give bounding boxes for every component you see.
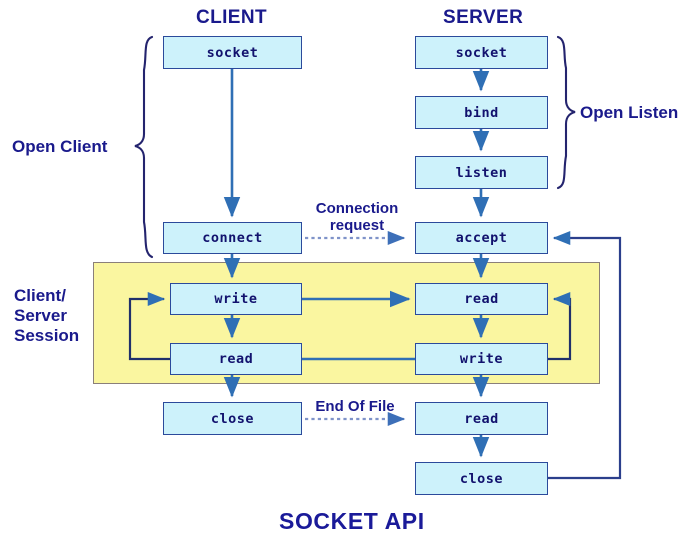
- loop-client-read-to-write: [128, 291, 170, 361]
- node-label: read: [464, 291, 499, 307]
- column-header-server: SERVER: [443, 7, 524, 28]
- node-label: socket: [206, 44, 259, 61]
- node-server-socket[interactable]: socket: [415, 36, 548, 69]
- node-label: read: [218, 351, 254, 367]
- group-label-open-listen: Open Listen: [580, 103, 679, 122]
- node-client-socket[interactable]: socket: [163, 36, 302, 69]
- node-client-close[interactable]: close: [163, 402, 302, 435]
- connection-request-line-1: Connection: [315, 200, 399, 217]
- brace-open-client: [134, 35, 154, 259]
- node-label: write: [459, 351, 504, 367]
- edge-label-end-of-file: End Of File: [315, 398, 395, 415]
- node-label: socket: [455, 44, 508, 61]
- node-label: listen: [455, 164, 508, 181]
- node-label: write: [214, 291, 258, 307]
- edge-label-connection-request: Connection request: [307, 200, 407, 234]
- node-client-write[interactable]: write: [170, 283, 302, 315]
- node-label: close: [210, 410, 255, 427]
- node-server-read-1[interactable]: read: [415, 283, 548, 315]
- session-label-line-3: Session: [14, 326, 80, 345]
- node-server-read-2[interactable]: read: [415, 402, 548, 435]
- node-label: accept: [455, 230, 508, 246]
- group-label-client-server-session: Client/ Server Session: [14, 286, 79, 346]
- group-label-open-client: Open Client: [12, 137, 108, 156]
- diagram-title: SOCKET API: [279, 508, 425, 534]
- node-server-bind[interactable]: bind: [415, 96, 548, 129]
- node-label: connect: [202, 230, 263, 246]
- session-label-line-2: Server: [14, 306, 67, 325]
- node-label: bind: [464, 104, 499, 121]
- loop-server-write-to-read: [548, 291, 572, 361]
- connector-layer: [128, 35, 622, 480]
- node-label: read: [464, 410, 499, 427]
- column-header-client: CLIENT: [196, 7, 268, 28]
- brace-open-listen: [556, 35, 576, 190]
- node-label: close: [459, 470, 504, 487]
- node-server-close[interactable]: close: [415, 462, 548, 495]
- session-label-line-1: Client/: [14, 286, 66, 305]
- node-client-connect[interactable]: connect: [163, 222, 302, 254]
- node-server-listen[interactable]: listen: [415, 156, 548, 189]
- node-server-accept[interactable]: accept: [415, 222, 548, 254]
- socket-api-diagram: CLIENT SERVER Open Client Open Listen Cl…: [0, 0, 700, 550]
- node-server-write[interactable]: write: [415, 343, 548, 375]
- node-client-read[interactable]: read: [170, 343, 302, 375]
- connection-request-line-2: request: [329, 217, 385, 234]
